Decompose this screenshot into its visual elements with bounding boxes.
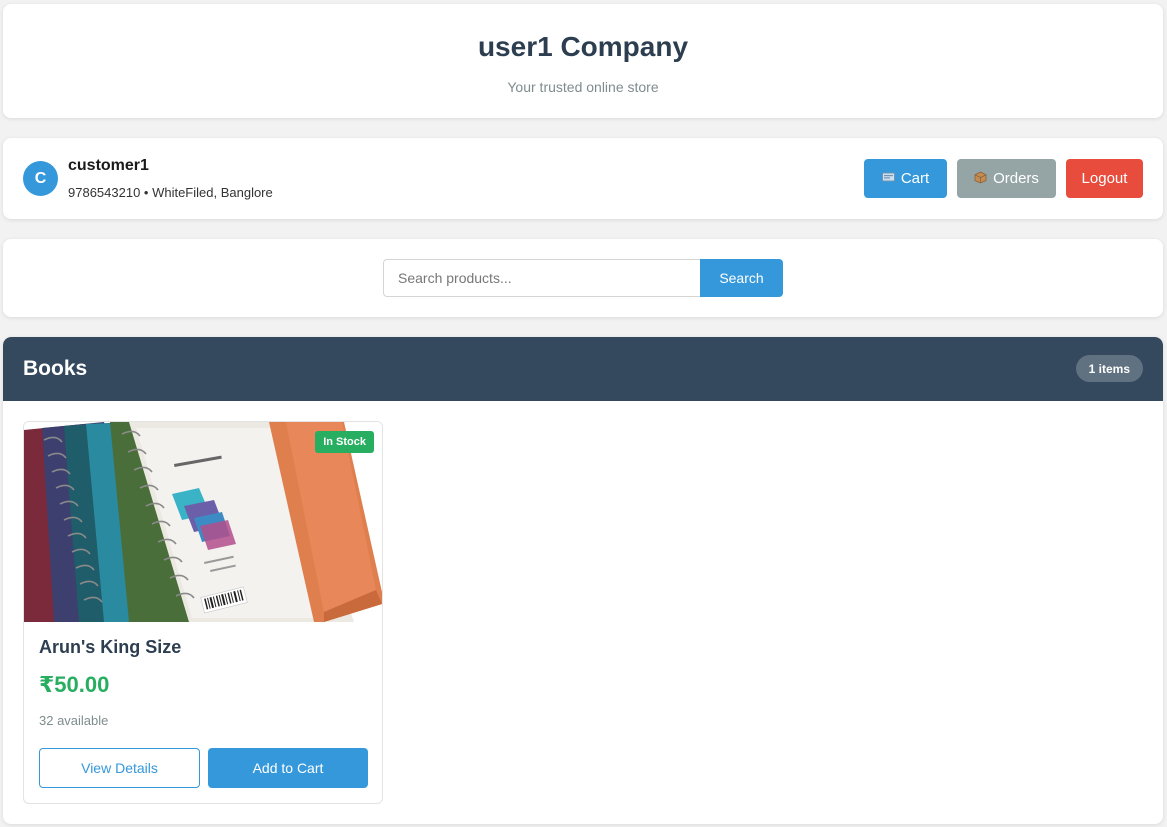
product-card: In Stock Arun's King Size ₹50.00 32 avai… (23, 421, 383, 804)
search-button[interactable]: Search (700, 259, 783, 297)
avatar: C (23, 161, 58, 196)
user-name: customer1 (68, 157, 149, 174)
cart-button[interactable]: Cart (864, 159, 947, 198)
store-header: user1 Company Your trusted online store (3, 4, 1163, 118)
cart-icon (881, 172, 895, 186)
category-count-badge: 1 items (1075, 355, 1143, 382)
category-header: Books 1 items (3, 337, 1163, 401)
category-title: Books (23, 357, 88, 380)
orders-button[interactable]: Orders (957, 159, 1056, 198)
product-name[interactable]: Arun's King Size (39, 637, 181, 658)
add-to-cart-button[interactable]: Add to Cart (208, 748, 368, 788)
product-price: ₹50.00 (39, 672, 110, 697)
stock-badge: In Stock (315, 431, 374, 453)
search-bar: Search (3, 239, 1163, 317)
orders-button-label: Orders (993, 170, 1039, 187)
product-availability: 32 available (39, 713, 109, 728)
logout-button[interactable]: Logout (1066, 159, 1143, 198)
store-title: user1 Company (477, 31, 689, 62)
user-contact-info: 9786543210 • WhiteFiled, Banglore (68, 185, 273, 200)
category-section-books: Books 1 items In Stock Arun's King Size … (3, 337, 1163, 824)
cart-button-label: Cart (900, 170, 930, 187)
package-icon (974, 171, 987, 187)
store-subtitle: Your trusted online store (507, 79, 659, 95)
product-image[interactable]: In Stock (24, 422, 382, 622)
view-details-button[interactable]: View Details (39, 748, 200, 788)
search-input[interactable] (383, 259, 700, 297)
user-bar: C customer1 9786543210 • WhiteFiled, Ban… (3, 138, 1163, 219)
